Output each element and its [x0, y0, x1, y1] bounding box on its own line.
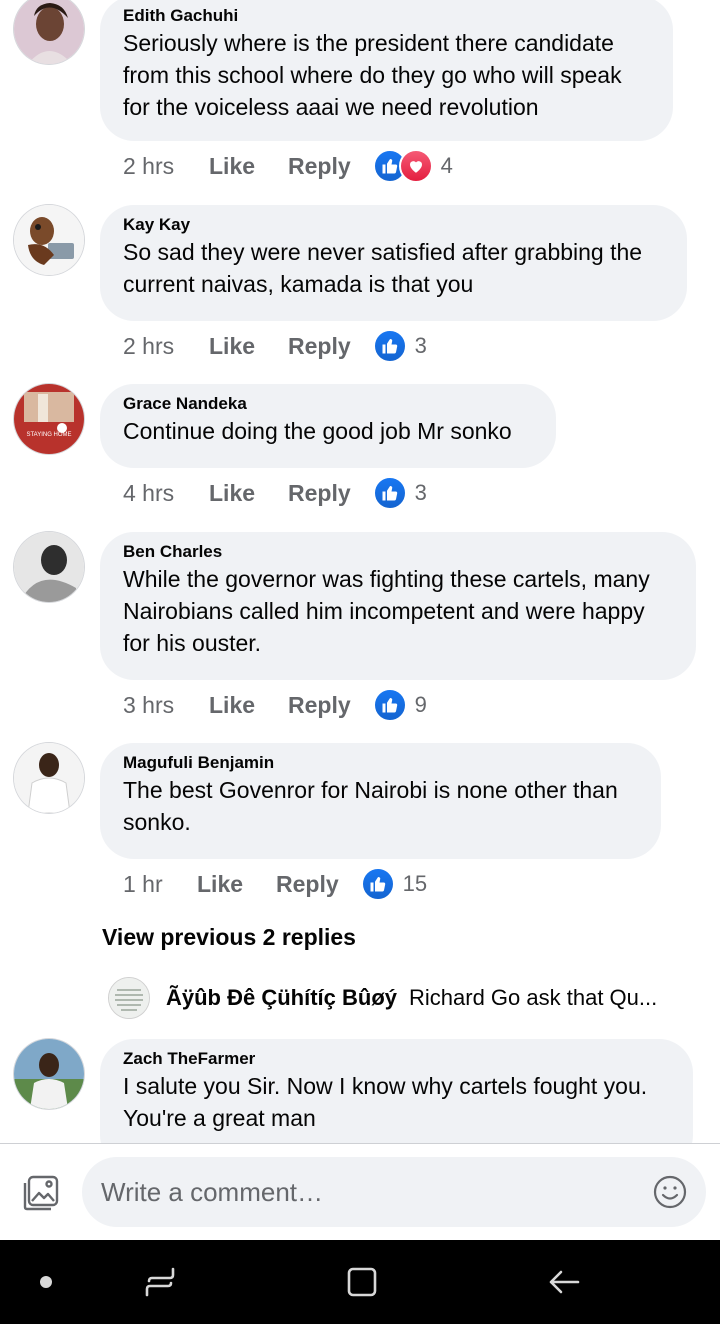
comment-time[interactable]: 4 hrs	[123, 480, 209, 507]
reaction-summary[interactable]: 4	[372, 149, 453, 183]
comment-author[interactable]: Edith Gachuhi	[123, 5, 651, 27]
reply-preview[interactable]: Ãÿûb Đê Çühítíç Bûøý Richard Go ask that…	[108, 976, 708, 1020]
reaction-summary[interactable]: 9	[372, 688, 427, 722]
avatar[interactable]	[14, 532, 84, 602]
like-button[interactable]: Like	[209, 692, 288, 719]
like-button[interactable]: Like	[209, 333, 288, 360]
comment-actions: 2 hrs Like Reply 4	[123, 148, 453, 184]
comment-text-line: Continue doing the good job Mr sonko	[123, 418, 512, 444]
comment-actions: 2 hrs Like Reply 3	[123, 328, 427, 364]
avatar-text: STAYING HOME	[26, 432, 71, 438]
reaction-summary[interactable]: 3	[372, 476, 427, 510]
comment-text-line: So sad they were never satisfied after g…	[123, 239, 643, 265]
comment-text-line: While the governor was fighting these ca…	[123, 566, 650, 592]
recent-apps-icon[interactable]	[140, 1262, 180, 1302]
comment-composer	[0, 1144, 720, 1240]
comment-bubble[interactable]: Kay Kay So sad they were never satisfied…	[100, 205, 687, 321]
reply-text: Richard Go ask that Qu...	[409, 985, 658, 1010]
like-button[interactable]: Like	[197, 871, 276, 898]
comment-bubble[interactable]: Grace Nandeka Continue doing the good jo…	[100, 384, 556, 468]
avatar[interactable]	[108, 977, 150, 1019]
comment-actions: 1 hr Like Reply 15	[123, 866, 427, 902]
like-reaction-icon	[360, 867, 395, 901]
comment-text-line: You're a great man	[123, 1105, 316, 1131]
emoji-icon[interactable]	[652, 1174, 688, 1210]
comment-text-line: I salute you Sir. Now I know why cartels…	[123, 1073, 648, 1099]
comment-actions: 4 hrs Like Reply 3	[123, 475, 427, 511]
comment-time[interactable]: 3 hrs	[123, 692, 209, 719]
reaction-count: 3	[414, 333, 427, 358]
system-nav-bar	[0, 1240, 720, 1324]
comment-text-line: The best Govenror for Nairobi is none ot…	[123, 777, 618, 803]
comment-actions: 3 hrs Like Reply 9	[123, 687, 427, 723]
reaction-count: 9	[414, 692, 427, 717]
like-button[interactable]: Like	[209, 153, 288, 180]
comment-text-line: Seriously where is the president there c…	[123, 30, 614, 56]
love-reaction-icon	[398, 149, 433, 183]
like-button[interactable]: Like	[209, 480, 288, 507]
comment-text-line: current naivas, kamada is that you	[123, 271, 474, 297]
reaction-summary[interactable]: 15	[360, 867, 428, 901]
avatar[interactable]	[14, 0, 84, 64]
avatar[interactable]	[14, 1039, 84, 1109]
reaction-summary[interactable]: 3	[372, 329, 427, 363]
comment-bubble[interactable]: Edith Gachuhi Seriously where is the pre…	[100, 0, 673, 141]
comment-author[interactable]: Zach TheFarmer	[123, 1048, 671, 1070]
reply-button[interactable]: Reply	[288, 692, 351, 719]
reply-author[interactable]: Ãÿûb Đê Çühítíç Bûøý	[166, 985, 397, 1011]
photo-icon[interactable]	[22, 1174, 60, 1212]
comment-author[interactable]: Grace Nandeka	[123, 393, 534, 415]
comment-author[interactable]: Magufuli Benjamin	[123, 752, 639, 774]
reaction-count: 4	[440, 153, 453, 178]
comment-bubble[interactable]: Ben Charles While the governor was fight…	[100, 532, 696, 680]
avatar[interactable]: STAYING HOME	[14, 384, 84, 454]
comment-time[interactable]: 2 hrs	[123, 153, 209, 180]
comment-author[interactable]: Ben Charles	[123, 541, 674, 563]
comment-author[interactable]: Kay Kay	[123, 214, 665, 236]
comment-text-line: Nairobians called him incompetent and we…	[123, 598, 645, 624]
avatar[interactable]	[14, 743, 84, 813]
avatar[interactable]	[14, 205, 84, 275]
comment-text-line: sonko.	[123, 809, 191, 835]
like-reaction-icon	[372, 476, 407, 510]
comment-input[interactable]	[101, 1157, 641, 1227]
reply-button[interactable]: Reply	[288, 333, 351, 360]
back-icon[interactable]	[544, 1262, 584, 1302]
comment-time[interactable]: 1 hr	[123, 871, 197, 898]
reply-button[interactable]: Reply	[276, 871, 339, 898]
home-icon[interactable]	[342, 1262, 382, 1302]
comment-text-line: from this school where do they go who wi…	[123, 62, 622, 88]
like-reaction-icon	[372, 688, 407, 722]
dot-icon[interactable]	[26, 1262, 66, 1302]
comment-input-container[interactable]	[82, 1157, 706, 1227]
reply-button[interactable]: Reply	[288, 480, 351, 507]
reply-button[interactable]: Reply	[288, 153, 351, 180]
comment-bubble[interactable]: Magufuli Benjamin The best Govenror for …	[100, 743, 661, 859]
comment-text-line: for the voiceless aaai we need revolutio…	[123, 94, 539, 120]
comment-text-line: for his ouster.	[123, 630, 262, 656]
reaction-count: 3	[414, 480, 427, 505]
like-reaction-icon	[372, 329, 407, 363]
view-previous-replies-link[interactable]: View previous 2 replies	[102, 924, 356, 951]
comment-time[interactable]: 2 hrs	[123, 333, 209, 360]
reaction-count: 15	[402, 871, 428, 896]
